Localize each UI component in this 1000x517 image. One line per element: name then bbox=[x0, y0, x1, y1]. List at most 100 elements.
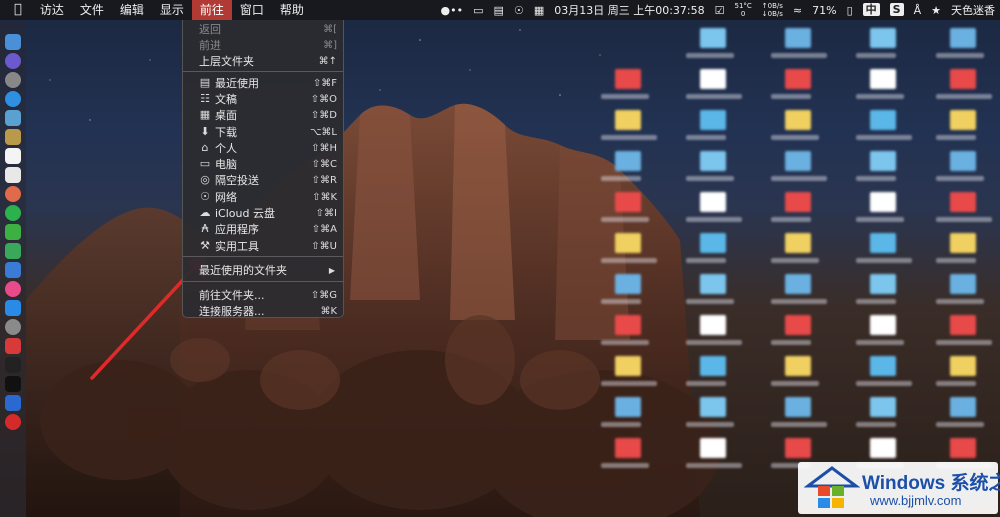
desktop-file-icon[interactable] bbox=[870, 438, 896, 458]
desktop-file-icon[interactable] bbox=[700, 192, 726, 212]
input-method[interactable]: 中 bbox=[858, 3, 885, 17]
menu-item-recent-folders[interactable]: 最近使用的文件夹 ▶ bbox=[183, 262, 343, 278]
desktop-file-icon[interactable] bbox=[700, 315, 726, 335]
desktop-file-icon[interactable] bbox=[870, 110, 896, 130]
menu-item-home[interactable]: ⌂ 个人 ⇧⌘H bbox=[183, 140, 343, 156]
menu-item-documents[interactable]: ☷ 文稿 ⇧⌘O bbox=[183, 91, 343, 107]
desktop-file-icon[interactable] bbox=[615, 397, 641, 417]
desktop-file-icon[interactable] bbox=[950, 356, 976, 376]
globe-icon[interactable]: ☉ bbox=[509, 4, 529, 17]
desktop-file-icon[interactable] bbox=[870, 356, 896, 376]
wifi-icon[interactable]: ≈ bbox=[788, 4, 807, 17]
bluetooth-icon[interactable]: Å bbox=[909, 4, 927, 17]
numbers-dock-icon[interactable] bbox=[5, 243, 21, 259]
calendar-dock-icon[interactable] bbox=[5, 148, 21, 164]
dots-icon[interactable]: ●•• bbox=[436, 4, 469, 17]
menu-view[interactable]: 显示 bbox=[152, 0, 192, 20]
desktop-file-icon[interactable] bbox=[870, 151, 896, 171]
desktop-file-icon[interactable] bbox=[950, 274, 976, 294]
apple-menu-icon[interactable]:  bbox=[0, 0, 32, 20]
notes-dock-icon[interactable] bbox=[5, 129, 21, 145]
desktop-file-icon[interactable] bbox=[870, 274, 896, 294]
desktop-file-icon[interactable] bbox=[785, 151, 811, 171]
favorite-star-icon[interactable]: ★ bbox=[926, 4, 946, 17]
desktop-file-icon[interactable] bbox=[870, 69, 896, 89]
s-app-icon[interactable]: S bbox=[885, 3, 909, 17]
network-speed-widget[interactable]: ↑0B/s ↓0B/s bbox=[757, 2, 788, 18]
desktop-file-icon[interactable] bbox=[700, 397, 726, 417]
desktop-file-icon[interactable] bbox=[615, 69, 641, 89]
menu-item-airdrop[interactable]: ◎ 隔空投送 ⇧⌘R bbox=[183, 172, 343, 188]
menu-item-recents[interactable]: ▤ 最近使用 ⇧⌘F bbox=[183, 75, 343, 91]
menu-window[interactable]: 窗口 bbox=[232, 0, 272, 20]
desktop-file-icon[interactable] bbox=[870, 397, 896, 417]
desktop-file-icon[interactable] bbox=[950, 151, 976, 171]
menu-item-enclosing-folder[interactable]: 上层文件夹 ⌘↑ bbox=[183, 53, 343, 69]
desktop-file-icon[interactable] bbox=[785, 110, 811, 130]
desktop-file-icon[interactable] bbox=[615, 356, 641, 376]
desktop-file-icon[interactable] bbox=[785, 438, 811, 458]
desktop-file-icon[interactable] bbox=[615, 151, 641, 171]
menu-item-forward[interactable]: 前进 ⌘] bbox=[183, 37, 343, 53]
desktop-file-icon[interactable] bbox=[950, 438, 976, 458]
display-icon[interactable]: ▤ bbox=[489, 4, 509, 17]
app-store-dock-icon[interactable] bbox=[5, 300, 21, 316]
desktop-file-icon[interactable] bbox=[785, 28, 811, 48]
siri-dock-icon[interactable] bbox=[5, 53, 21, 69]
calendar-icon[interactable]: ▦ bbox=[529, 4, 549, 17]
menu-finder[interactable]: 访达 bbox=[32, 0, 72, 20]
terminal-dock-icon[interactable] bbox=[5, 376, 21, 392]
vivaldi-dock-icon[interactable] bbox=[5, 338, 21, 354]
desktop-file-icon[interactable] bbox=[950, 233, 976, 253]
desktop-file-icon[interactable] bbox=[950, 315, 976, 335]
system-preferences-dock-icon[interactable] bbox=[5, 319, 21, 335]
menu-item-network[interactable]: ☉ 网络 ⇧⌘K bbox=[183, 189, 343, 205]
desktop-file-icon[interactable] bbox=[700, 69, 726, 89]
menu-file[interactable]: 文件 bbox=[72, 0, 112, 20]
menu-help[interactable]: 帮助 bbox=[272, 0, 312, 20]
menu-go[interactable]: 前往 bbox=[191, 0, 232, 20]
desktop-file-icon[interactable] bbox=[700, 233, 726, 253]
desktop-file-icon[interactable] bbox=[785, 397, 811, 417]
screen-mirror-icon[interactable]: ▭ bbox=[468, 4, 488, 17]
desktop-file-icon[interactable] bbox=[700, 438, 726, 458]
desktop-file-icon[interactable] bbox=[615, 110, 641, 130]
desktop-file-icon[interactable] bbox=[870, 315, 896, 335]
desktop-file-icon[interactable] bbox=[785, 356, 811, 376]
menu-item-back[interactable]: 返回 ⌘[ bbox=[183, 21, 343, 37]
desktop-file-icon[interactable] bbox=[870, 233, 896, 253]
desktop-file-icon[interactable] bbox=[700, 356, 726, 376]
menu-item-utilities[interactable]: ⚒ 实用工具 ⇧⌘U bbox=[183, 238, 343, 254]
vpn-dock-icon[interactable] bbox=[5, 395, 21, 411]
menu-item-icloud-drive[interactable]: ☁ iCloud 云盘 ⇧⌘I bbox=[183, 205, 343, 221]
desktop-file-icon[interactable] bbox=[870, 28, 896, 48]
launchpad-dock-icon[interactable] bbox=[5, 72, 21, 88]
desktop-file-icon[interactable] bbox=[950, 110, 976, 130]
clock-datetime[interactable]: 03月13日 周三 上午00:37:58 bbox=[549, 2, 709, 18]
desktop-file-icon[interactable] bbox=[785, 233, 811, 253]
desktop-file-icon[interactable] bbox=[615, 192, 641, 212]
desktop-file-icon[interactable] bbox=[615, 438, 641, 458]
desktop-file-icon[interactable] bbox=[950, 192, 976, 212]
reminders-dock-icon[interactable] bbox=[5, 167, 21, 183]
desktop-file-icon[interactable] bbox=[700, 28, 726, 48]
safari-dock-icon[interactable] bbox=[5, 91, 21, 107]
menu-item-downloads[interactable]: ⬇ 下载 ⌥⌘L bbox=[183, 124, 343, 140]
desktop-file-icon[interactable] bbox=[615, 274, 641, 294]
desktop-file-icon[interactable] bbox=[785, 69, 811, 89]
desktop-file-icon[interactable] bbox=[700, 274, 726, 294]
battery-icon[interactable]: ▯ bbox=[842, 4, 858, 17]
desktop-file-icon[interactable] bbox=[870, 192, 896, 212]
keynote-dock-icon[interactable] bbox=[5, 262, 21, 278]
desktop-file-icon[interactable] bbox=[950, 28, 976, 48]
menu-item-connect-server[interactable]: 连接服务器... ⌘K bbox=[183, 303, 343, 319]
netease-music-dock-icon[interactable] bbox=[5, 414, 21, 430]
menu-edit[interactable]: 编辑 bbox=[112, 0, 152, 20]
facetime-dock-icon[interactable] bbox=[5, 224, 21, 240]
photos-dock-icon[interactable] bbox=[5, 186, 21, 202]
desktop-file-icon[interactable] bbox=[700, 151, 726, 171]
desktop-file-icon[interactable] bbox=[700, 110, 726, 130]
temperature-widget[interactable]: 51°C 0 bbox=[729, 2, 756, 18]
desktop-file-icon[interactable] bbox=[785, 192, 811, 212]
desktop-file-icon[interactable] bbox=[615, 233, 641, 253]
